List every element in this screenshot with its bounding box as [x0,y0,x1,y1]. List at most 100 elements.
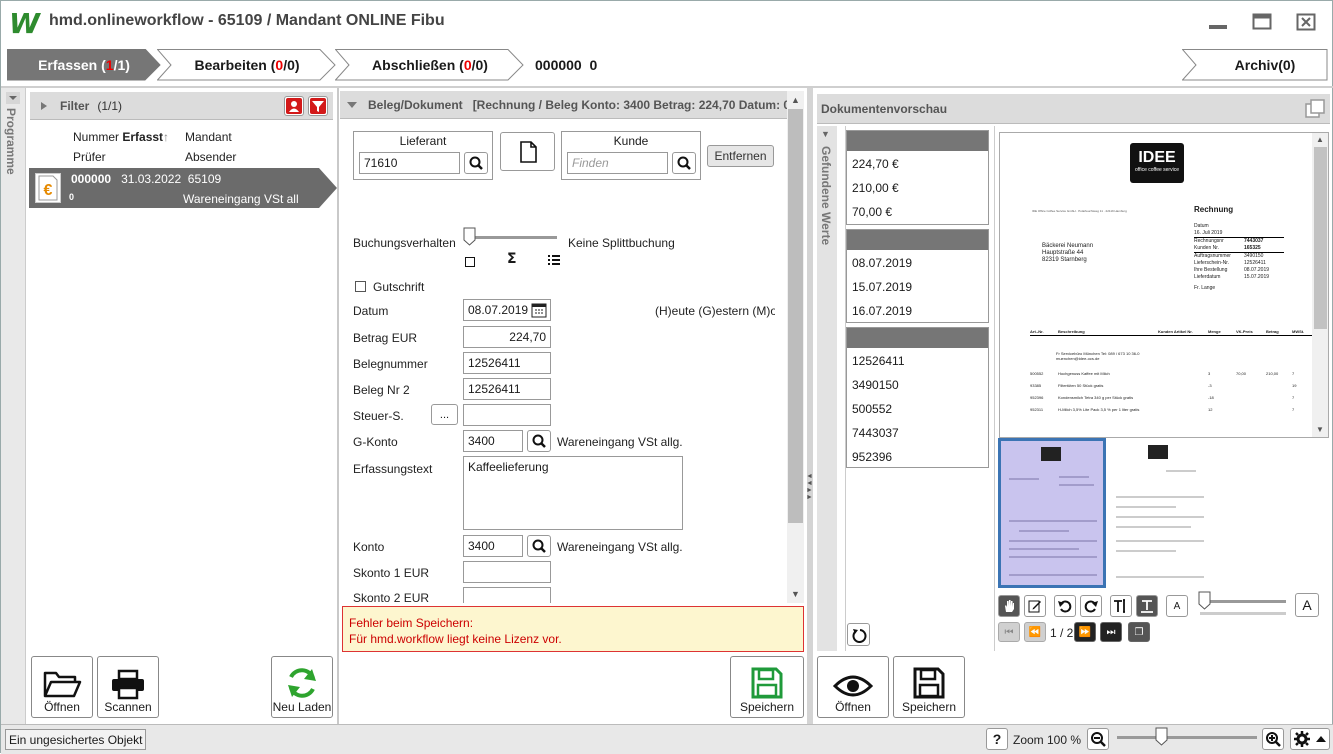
slider-thumb[interactable] [1198,591,1212,611]
workflow-code: 000000 0 [535,57,598,73]
date-value[interactable]: 16.07.2019 [847,298,988,322]
chevron-right-icon[interactable] [36,96,56,116]
zoom-in-icon[interactable] [1262,728,1284,750]
rotate-right-icon[interactable] [1080,595,1102,617]
belegnummer-input[interactable]: 12526411 [463,352,551,374]
status-bar: Ein ungesichertes Objekt ? Zoom 100 % [1,724,1333,754]
chevron-down-icon[interactable] [6,92,20,104]
tab-archiv[interactable]: Archiv(0) [1182,49,1328,81]
open-button[interactable]: Öffnen [31,656,93,718]
preview-zoom-slider[interactable] [1196,591,1292,619]
date-value[interactable]: 15.07.2019 [847,274,988,298]
annotate-icon[interactable] [1024,595,1046,617]
tab-bearbeiten[interactable]: Bearbeiten (0/0) [157,49,337,81]
search-icon[interactable] [464,152,488,174]
number-value[interactable]: 952396 [847,444,988,468]
skonto1-input[interactable] [463,561,551,583]
col-nummer[interactable]: Nummer Erfasst↑ [73,130,169,144]
gkonto-input[interactable]: 3400 [463,430,523,452]
kunde-input[interactable]: Finden [567,152,668,174]
settings-button[interactable] [1290,728,1330,750]
close-icon[interactable] [1296,13,1316,31]
page-thumbnail-2[interactable] [1108,441,1214,586]
belegnr2-input[interactable]: 12526411 [463,378,551,400]
col-absender[interactable]: Absender [185,150,236,164]
preview-open-button[interactable]: Öffnen [817,656,889,718]
steuer-button[interactable]: ... [431,404,458,425]
rotate-icon[interactable] [847,623,870,646]
chevron-down-icon[interactable]: ▼ [821,129,830,139]
found-values-sidebar[interactable]: ▼ Gefundene Werte [817,126,837,651]
amount-value[interactable]: 224,70 € [847,151,988,175]
user-filter-icon[interactable] [284,96,304,116]
slider-thumb[interactable] [463,227,477,247]
text-highlight-icon[interactable] [1136,595,1158,617]
first-page-icon[interactable]: ⏮ [998,622,1020,642]
chevron-down-icon[interactable]: ▼ [791,589,800,599]
invoice-preview[interactable]: IDEE office coffee service IDE Office Co… [999,132,1329,438]
doc-header[interactable]: Beleg/Dokument [Rechnung / Beleg Konto: … [340,91,787,119]
next-page-icon[interactable]: ⏩ [1074,622,1096,642]
text-select-icon[interactable] [1110,595,1132,617]
chevron-up-icon[interactable]: ▲ [1316,135,1324,144]
maximize-icon[interactable] [1252,13,1272,31]
splitter-grip-icon[interactable]: ◄◄►► [806,473,813,507]
skonto2-input[interactable] [463,587,551,603]
lieferant-input[interactable]: 71610 [359,152,460,174]
funnel-icon[interactable] [308,96,328,116]
prev-page-icon[interactable]: ⏪ [1024,622,1046,642]
new-document-button[interactable] [500,132,555,171]
amount-value[interactable]: 70,00 € [847,199,988,223]
chevron-up-icon[interactable]: ▲ [791,95,800,105]
tab-abschliessen[interactable]: Abschließen (0/0) [335,49,525,81]
error-message: Fehler beim Speichern: Für hmd.workflow … [342,606,804,652]
font-small-button[interactable]: A [1166,595,1188,617]
col-mandant[interactable]: Mandant [185,130,232,144]
number-value[interactable]: 12526411 [847,348,988,372]
last-page-icon[interactable]: ⏭ [1100,622,1122,642]
rotate-left-icon[interactable] [1054,595,1076,617]
col-pruefer[interactable]: Prüfer [73,150,106,164]
scroll-thumb[interactable] [1314,147,1327,329]
split-slider[interactable]: Σ [463,227,560,271]
gutschrift-checkbox[interactable] [355,281,366,292]
number-value[interactable]: 500552 [847,396,988,420]
search-icon[interactable] [672,152,696,174]
zoom-slider[interactable] [1117,727,1257,747]
page-thumbnail-1[interactable] [998,438,1106,588]
erfassungstext-input[interactable]: Kaffeelieferung [463,456,683,530]
list-item[interactable]: € 000000 31.03.2022 65109 0 Wareneingang… [29,168,338,208]
copy-page-icon[interactable]: ❐ [1128,622,1150,642]
chevron-down-icon[interactable] [344,97,360,113]
doc-scrollbar[interactable]: ▲ ▼ [787,91,804,603]
copy-window-icon[interactable] [1304,98,1326,120]
doc-save-button[interactable]: Speichern [730,656,804,718]
search-icon[interactable] [527,430,551,452]
number-value[interactable]: 7443037 [847,420,988,444]
konto-input[interactable]: 3400 [463,535,523,557]
hand-tool-icon[interactable] [998,595,1020,617]
tab-erfassen[interactable]: Erfassen (1/1) [7,49,161,81]
search-icon[interactable] [527,535,551,557]
scroll-thumb[interactable] [788,109,803,523]
scan-button[interactable]: Scannen [97,656,159,718]
zoom-out-icon[interactable] [1087,728,1109,750]
kunde-label: Kunde [613,134,649,148]
number-value[interactable]: 3490150 [847,372,988,396]
preview-scrollbar[interactable]: ▲ ▼ [1312,133,1328,437]
preview-save-button[interactable]: Speichern [893,656,965,718]
panel-splitter[interactable]: ◄◄►► [806,88,813,724]
remove-button[interactable]: Entfernen [707,145,774,167]
chevron-down-icon[interactable]: ▼ [1316,425,1324,434]
slider-thumb[interactable] [1155,727,1169,747]
calendar-icon[interactable] [531,302,547,318]
help-button[interactable]: ? [986,728,1008,750]
betrag-input[interactable]: 224,70 [463,326,551,348]
reload-button[interactable]: Neu Laden [271,656,333,718]
minimize-icon[interactable] [1208,13,1228,31]
date-value[interactable]: 08.07.2019 [847,250,988,274]
steuer-input[interactable] [463,404,551,426]
font-big-button[interactable]: A [1295,593,1319,617]
programme-sidebar[interactable]: Programme [1,88,26,724]
amount-value[interactable]: 210,00 € [847,175,988,199]
